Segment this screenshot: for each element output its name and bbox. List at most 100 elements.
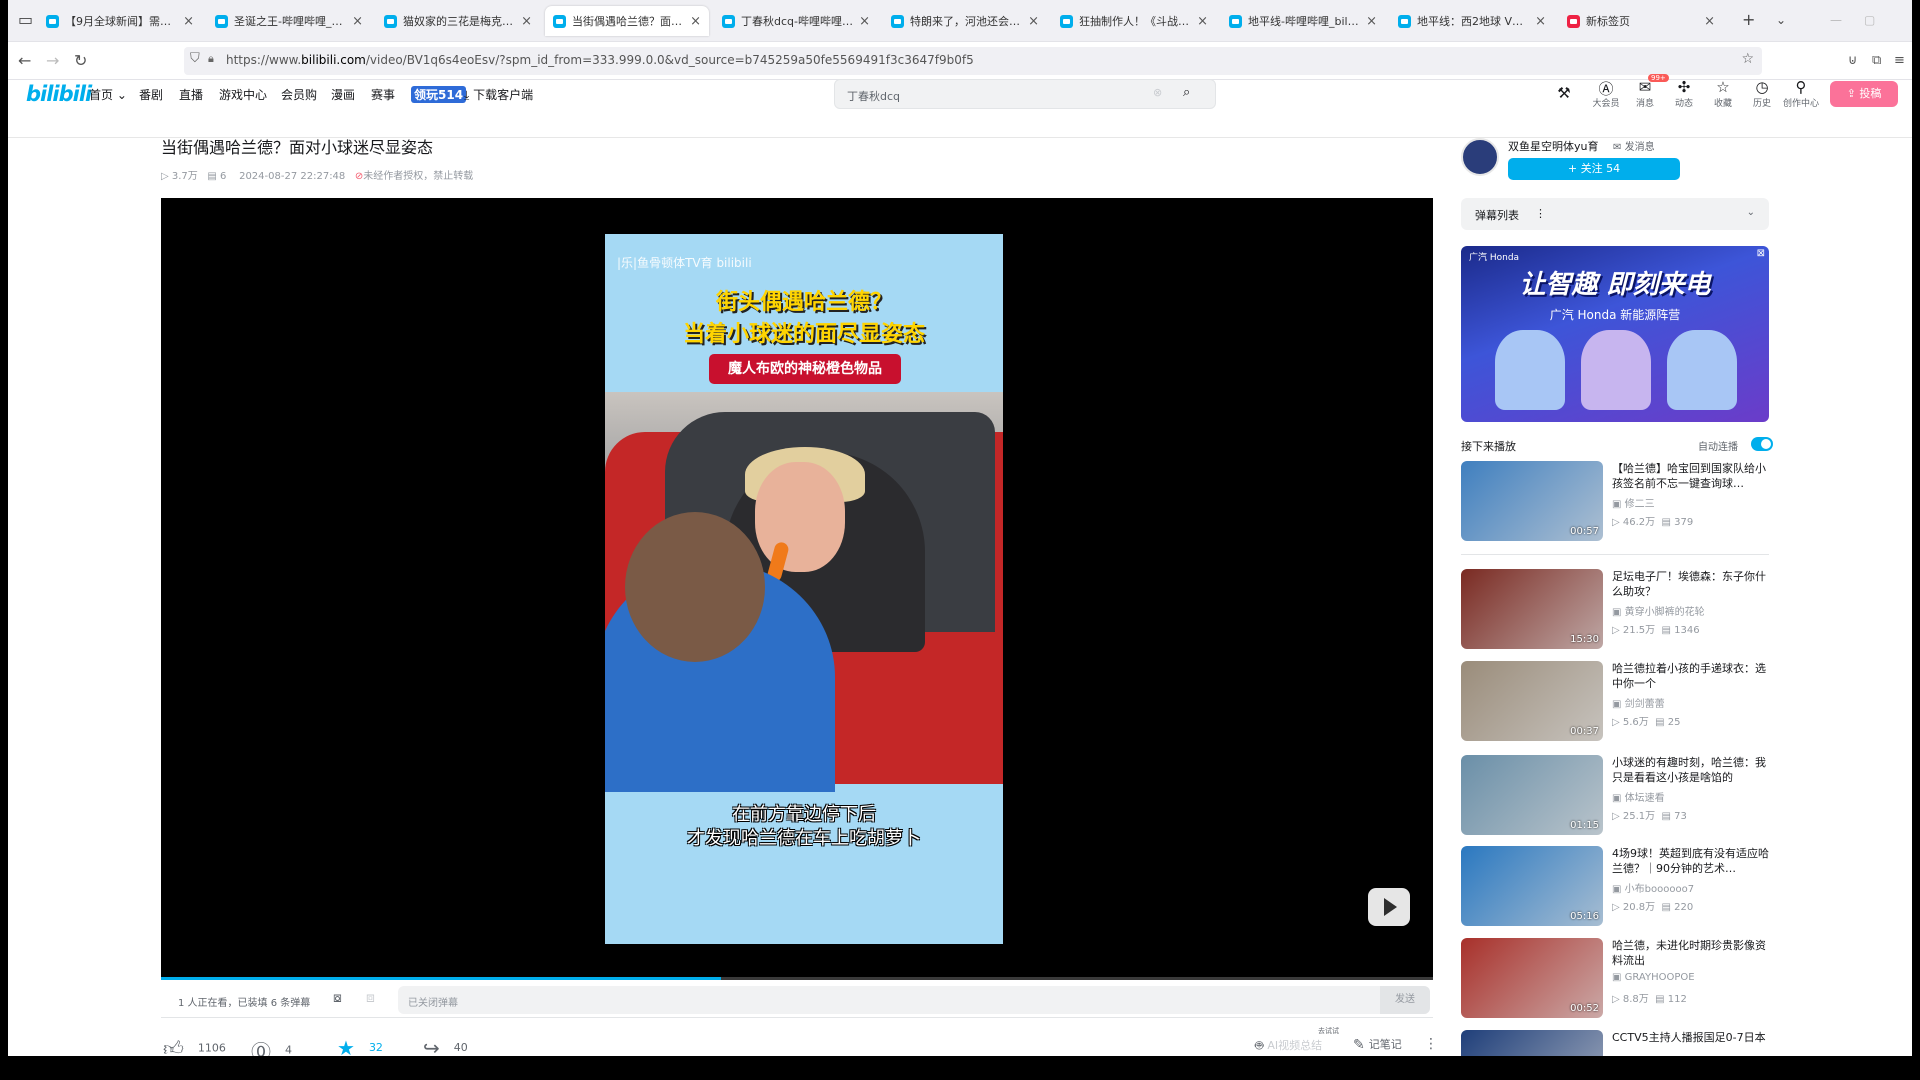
header-misc-icon[interactable]: ⚒ [1544, 84, 1584, 102]
close-tab-icon[interactable]: × [1366, 14, 1377, 29]
tab-7[interactable]: 地平线-哔哩哔哩_bilibili × [1221, 6, 1385, 36]
forward-icon[interactable]: → [46, 51, 59, 70]
nav-home[interactable]: 首页 ⌄ [89, 86, 127, 103]
close-tab-icon[interactable]: × [1535, 14, 1546, 29]
danmaku-input[interactable]: 已关闭弹幕 [398, 986, 1430, 1014]
tab-list-chevron-icon[interactable]: ⌄ [1776, 13, 1786, 27]
rec-uploader[interactable]: ▣ 修二三 [1612, 495, 1655, 510]
header-history[interactable]: ◷ 历史 [1742, 78, 1782, 109]
close-tab-icon[interactable]: × [1028, 14, 1039, 29]
tab-1[interactable]: 圣诞之王-哔哩哔哩_bilibili × [207, 6, 371, 36]
close-tab-icon[interactable]: × [1197, 14, 1208, 29]
more-options-icon[interactable]: ⋮ [1424, 1036, 1438, 1052]
rec-thumbnail[interactable]: 15:30 [1461, 569, 1603, 649]
favorite-button[interactable]: ★ 32 [337, 1036, 383, 1056]
tab-2[interactable]: 猫奴家的三花是梅克猫-猫奴家 × [376, 6, 540, 36]
reload-icon[interactable]: ↻ [74, 51, 87, 70]
rec-uploader[interactable]: ▣ 黄穿小脚裤的花轮 [1612, 603, 1705, 618]
search-box[interactable]: 丁春秋dcq ⊗ ⌕ [834, 79, 1216, 109]
autoplay-toggle[interactable] [1751, 437, 1773, 451]
rec-item[interactable]: 00:37 哈兰德拉着小孩的手递球衣：选中你一个 ▣ 剑剑蕾蕾 ▷ 5.6万 ▤ 25 [1461, 661, 1769, 743]
nav-shop[interactable]: 会员购 [281, 86, 317, 103]
upload-button[interactable]: ⇪ 投稿 [1830, 81, 1898, 107]
minimize-icon[interactable]: — [1830, 13, 1842, 27]
rec-uploader[interactable]: ▣ GRAYHOOPOE [1612, 972, 1695, 983]
tab-3-active[interactable]: 当街偶遇哈兰德？面对小球迷尽 × [545, 6, 709, 36]
rec-uploader[interactable]: ▣ 剑剑蕾蕾 [1612, 695, 1665, 710]
tab-4[interactable]: 丁春秋dcq-哔哩哔哩_bilibili × [714, 6, 878, 36]
follow-button[interactable]: + 关注 54 [1508, 158, 1680, 180]
app-menu-icon[interactable]: ≡ [1894, 53, 1905, 68]
danmaku-list-panel[interactable]: 弹幕列表 ⋮ ⌄ [1461, 198, 1769, 230]
tab-menu-icon[interactable]: ▭ [18, 10, 33, 29]
like-button[interactable]: 👍︎ 1106 [163, 1036, 226, 1056]
close-tab-icon[interactable]: × [690, 14, 701, 29]
header-messages[interactable]: ✉ 消息 99+ [1625, 74, 1669, 109]
url-field[interactable]: ⛉ 🔒︎ https://www.bilibili.com/video/BV1q… [184, 47, 1762, 75]
close-tab-icon[interactable]: × [352, 14, 363, 29]
rec-item[interactable]: 05:16 4场9球！英超到底有没有适应哈兰德？｜90分钟的艺术… ▣ 小布booo… [1461, 846, 1769, 928]
rec-title[interactable]: 哈兰德，未进化时期珍贵影像资料流出 [1612, 938, 1770, 968]
close-tab-icon[interactable]: × [521, 14, 532, 29]
share-button[interactable]: ↪ 40 [423, 1036, 468, 1056]
rec-thumbnail[interactable]: 00:57 [1461, 461, 1603, 541]
search-icon[interactable]: ⌕ [1183, 85, 1190, 100]
nav-esports[interactable]: 赛事 [371, 86, 395, 103]
rec-thumbnail[interactable] [1461, 1030, 1603, 1056]
progress-bar[interactable] [161, 977, 1433, 980]
coin-button[interactable]: ⓪4 [251, 1036, 292, 1056]
rec-title[interactable]: 4场9球！英超到底有没有适应哈兰德？｜90分钟的艺术… [1612, 846, 1770, 876]
nav-game-center[interactable]: 游戏中心 [219, 86, 267, 103]
rec-thumbnail[interactable]: 01:15 [1461, 755, 1603, 835]
rec-thumbnail[interactable]: 00:52 [1461, 938, 1603, 1018]
extensions-icon[interactable]: ⧉ [1872, 53, 1881, 68]
danmaku-send-button[interactable]: 发送 [1380, 986, 1430, 1014]
maximize-icon[interactable]: ▢ [1864, 13, 1875, 27]
rec-thumbnail[interactable]: 05:16 [1461, 846, 1603, 926]
close-tab-icon[interactable]: × [859, 14, 870, 29]
rec-title[interactable]: 【哈兰德】哈宝回到国家队给小孩签名前不忘一键查询球… [1612, 461, 1770, 491]
rec-uploader[interactable]: ▣ 体坛速看 [1612, 789, 1665, 804]
nav-live[interactable]: 直播 [179, 86, 203, 103]
rec-title[interactable]: 哈兰德拉着小孩的手递球衣：选中你一个 [1612, 661, 1770, 691]
search-input[interactable]: 丁春秋dcq [847, 88, 900, 104]
rec-item[interactable]: 00:57 【哈兰德】哈宝回到国家队给小孩签名前不忘一键查询球… ▣ 修二三 ▷ 46… [1461, 461, 1769, 543]
rec-title[interactable]: CCTV5主持人播报国足0-7日本 [1612, 1030, 1770, 1045]
header-dynamics[interactable]: ✣ 动态 [1664, 78, 1704, 109]
shield-icon[interactable]: ⛉ [190, 51, 200, 66]
ai-summary-button[interactable]: 🤖︎ AI视频总结 [1255, 1036, 1322, 1056]
send-message-link[interactable]: ✉ 发消息 [1613, 138, 1655, 153]
rec-title[interactable]: 小球迷的有趣时刻，哈兰德：我只是看看这小孩是啥馅的 [1612, 755, 1770, 785]
close-tab-icon[interactable]: × [183, 14, 194, 29]
header-creator-center[interactable]: ⚲ 创作中心 [1781, 78, 1821, 109]
clear-search-icon[interactable]: ⊗ [1153, 86, 1162, 99]
nav-event-badge[interactable]: 领玩514 [411, 86, 467, 103]
nav-anime[interactable]: 番剧 [139, 86, 163, 103]
rec-thumbnail[interactable]: 00:37 [1461, 661, 1603, 741]
bilibili-logo[interactable]: bilibili [26, 82, 92, 106]
nav-download-client[interactable]: ⤓ 下载客户端 [464, 86, 533, 103]
ad-banner[interactable]: 广汽 Honda 让智趣 即刻来电 广汽 Honda 新能源阵营 ⊠ [1461, 246, 1769, 422]
notes-button[interactable]: ✎ 记笔记 [1353, 1036, 1402, 1053]
ad-close-icon[interactable]: ⊠ [1757, 248, 1765, 259]
tab-8[interactable]: 地平线：西2地球 VS 地平线 × [1390, 6, 1554, 36]
kebab-icon[interactable]: ⋮ [1535, 207, 1546, 220]
chevron-down-icon[interactable]: ⌄ [1747, 207, 1755, 218]
rec-title[interactable]: 足坛电子厂！埃德森：东子你什么助攻？ [1612, 569, 1770, 599]
new-tab-icon[interactable]: + [1742, 10, 1755, 29]
back-icon[interactable]: ← [18, 51, 31, 70]
header-favorites[interactable]: ☆ 收藏 [1703, 78, 1743, 109]
close-tab-icon[interactable]: × [1704, 14, 1715, 29]
header-vip[interactable]: Ⓐ 大会员 [1586, 78, 1626, 109]
rec-item[interactable]: 15:30 足坛电子厂！埃德森：东子你什么助攻？ ▣ 黄穿小脚裤的花轮 ▷ 21.5万… [1461, 569, 1769, 651]
danmaku-toggle-icon[interactable]: ⧇ [333, 990, 342, 1006]
rec-item[interactable]: CCTV5主持人播报国足0-7日本 [1461, 1030, 1769, 1056]
lock-icon[interactable]: 🔒︎ [208, 52, 214, 66]
rec-item[interactable]: 01:15 小球迷的有趣时刻，哈兰德：我只是看看这小孩是啥馅的 ▣ 体坛速看 ▷ 25… [1461, 755, 1769, 837]
tab-5[interactable]: 特朗来了，河池还会远吗？ × [883, 6, 1047, 36]
rec-uploader[interactable]: ▣ 小布boooooo7 [1612, 880, 1694, 895]
uploader-name[interactable]: 双鱼星空明体yu育 [1508, 138, 1598, 154]
pocket-icon[interactable]: ⊍ [1848, 53, 1858, 68]
rec-item[interactable]: 00:52 哈兰德，未进化时期珍贵影像资料流出 ▣ GRAYHOOPOE ▷ 8.8万… [1461, 938, 1769, 1020]
tab-9[interactable]: 新标签页 × [1559, 6, 1723, 36]
